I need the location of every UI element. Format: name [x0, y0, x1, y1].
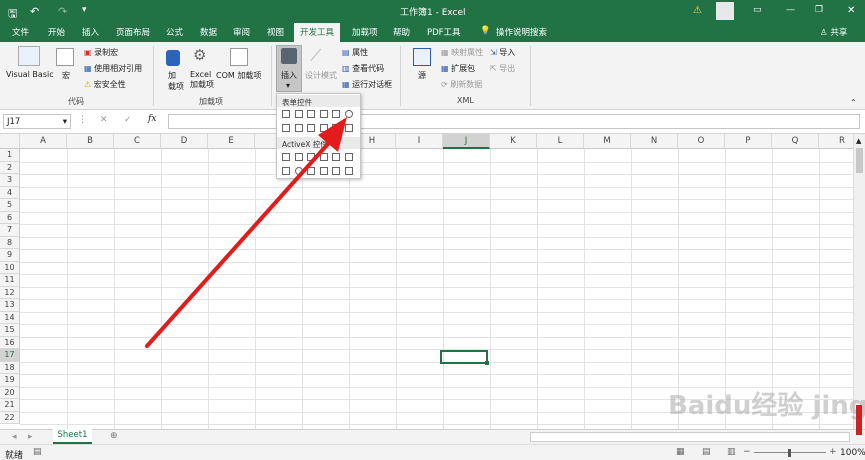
arrow-shaft: [145, 134, 337, 348]
annotation-arrow: [145, 117, 347, 348]
excel-window: 🖫 ↶ ↷ ▾ 工作簿1 - Excel ⚠ ▭ — ❐ ✕ 文件 开始 插入 …: [0, 0, 865, 460]
arrow-head: [318, 117, 347, 152]
